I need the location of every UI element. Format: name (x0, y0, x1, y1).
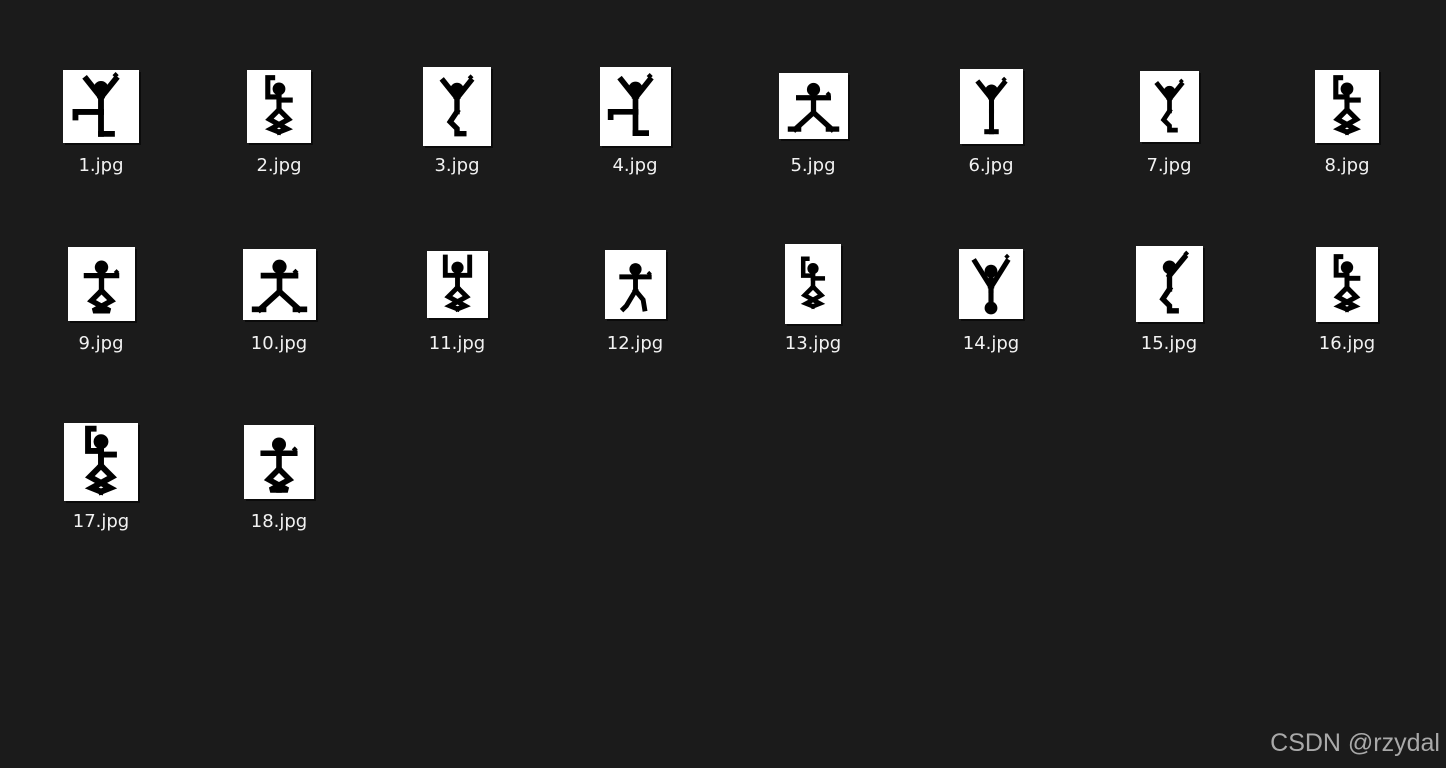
file-name: 3.jpg (434, 155, 480, 176)
file-item[interactable]: 5.jpg (724, 58, 902, 236)
thumbnail-slot (190, 236, 368, 332)
dancing-man-icon (1153, 78, 1185, 132)
file-name: 9.jpg (78, 333, 124, 354)
file-name: 14.jpg (962, 333, 1020, 354)
file-item[interactable]: 4.jpg (546, 58, 724, 236)
image-thumbnail (778, 73, 848, 139)
file-item[interactable]: 15.jpg (1080, 236, 1258, 414)
image-thumbnail (599, 66, 671, 146)
file-name: 4.jpg (612, 155, 658, 176)
file-item[interactable]: 16.jpg (1258, 236, 1436, 414)
image-thumbnail (959, 68, 1023, 144)
thumbnail-slot (724, 236, 902, 332)
file-name: 17.jpg (72, 511, 130, 532)
image-thumbnail (64, 423, 138, 501)
thumbnail-slot (546, 58, 724, 154)
file-name: 7.jpg (1146, 155, 1192, 176)
file-name: 2.jpg (256, 155, 302, 176)
image-thumbnail (1139, 70, 1199, 142)
thumbnail-slot (1080, 58, 1258, 154)
thumbnail-slot (1258, 58, 1436, 154)
image-thumbnail (242, 248, 316, 320)
dancing-man-icon (72, 71, 120, 137)
file-item[interactable]: 3.jpg (368, 58, 546, 236)
image-thumbnail (423, 66, 491, 146)
thumbnail-slot (12, 58, 190, 154)
image-thumbnail (604, 249, 666, 319)
file-name: 16.jpg (1318, 333, 1376, 354)
image-thumbnail (67, 247, 135, 321)
dancing-man-icon (1332, 74, 1362, 135)
file-item[interactable]: 2.jpg (190, 58, 368, 236)
file-name: 12.jpg (606, 333, 664, 354)
thumbnail-slot (902, 236, 1080, 332)
file-item[interactable]: 1.jpg (12, 58, 190, 236)
image-thumbnail (244, 425, 314, 499)
dancing-man-icon (83, 260, 119, 314)
dancing-man-icon (607, 72, 654, 136)
dancing-man-icon (251, 259, 307, 313)
thumbnail-slot (190, 414, 368, 510)
file-name: 11.jpg (428, 333, 486, 354)
dancing-man-icon (971, 253, 1011, 315)
file-name: 15.jpg (1140, 333, 1198, 354)
image-thumbnail (63, 69, 139, 143)
image-thumbnail (785, 244, 841, 324)
watermark: CSDN @rzydal (1270, 729, 1440, 757)
image-thumbnail (426, 250, 488, 318)
image-thumbnail (959, 249, 1023, 319)
dancing-man-icon (1333, 253, 1361, 313)
dancing-man-icon (800, 256, 826, 310)
dancing-man-icon (84, 425, 118, 496)
dancing-man-icon (618, 262, 652, 312)
dancing-man-icon (974, 76, 1008, 134)
file-grid: 1.jpg 2.jpg 3.jpg 4.jpg 5.jpg 6.jpg 7.jp… (12, 58, 1436, 592)
file-item[interactable]: 13.jpg (724, 236, 902, 414)
file-name: 8.jpg (1324, 155, 1370, 176)
file-name: 6.jpg (968, 155, 1014, 176)
image-thumbnail (1135, 246, 1203, 322)
thumbnail-slot (1080, 236, 1258, 332)
dancing-man-icon (264, 74, 294, 135)
thumbnail-slot (190, 58, 368, 154)
thumbnail-slot (368, 58, 546, 154)
thumbnail-slot (12, 236, 190, 332)
file-item[interactable]: 8.jpg (1258, 58, 1436, 236)
image-thumbnail (1315, 69, 1379, 143)
image-thumbnail (1316, 246, 1378, 322)
thumbnail-slot (546, 236, 724, 332)
file-item[interactable]: 12.jpg (546, 236, 724, 414)
thumbnail-slot (368, 236, 546, 332)
thumbnail-slot (724, 58, 902, 154)
thumbnail-slot (12, 414, 190, 510)
file-name: 5.jpg (790, 155, 836, 176)
dancing-man-icon (787, 82, 839, 133)
dancing-man-icon (439, 73, 475, 136)
file-name: 1.jpg (78, 155, 124, 176)
thumbnail-slot (1258, 236, 1436, 332)
file-item[interactable]: 14.jpg (902, 236, 1080, 414)
dancing-man-icon (442, 254, 472, 312)
file-item[interactable]: 9.jpg (12, 236, 190, 414)
file-name: 18.jpg (250, 511, 308, 532)
image-thumbnail (247, 69, 311, 143)
file-item[interactable]: 7.jpg (1080, 58, 1258, 236)
file-item[interactable]: 17.jpg (12, 414, 190, 592)
file-name: 13.jpg (784, 333, 842, 354)
file-item[interactable]: 10.jpg (190, 236, 368, 414)
file-item[interactable]: 6.jpg (902, 58, 1080, 236)
dancing-man-icon (1158, 250, 1189, 314)
dancing-man-icon (260, 437, 298, 493)
file-name: 10.jpg (250, 333, 308, 354)
thumbnail-slot (902, 58, 1080, 154)
file-item[interactable]: 11.jpg (368, 236, 546, 414)
file-item[interactable]: 18.jpg (190, 414, 368, 592)
